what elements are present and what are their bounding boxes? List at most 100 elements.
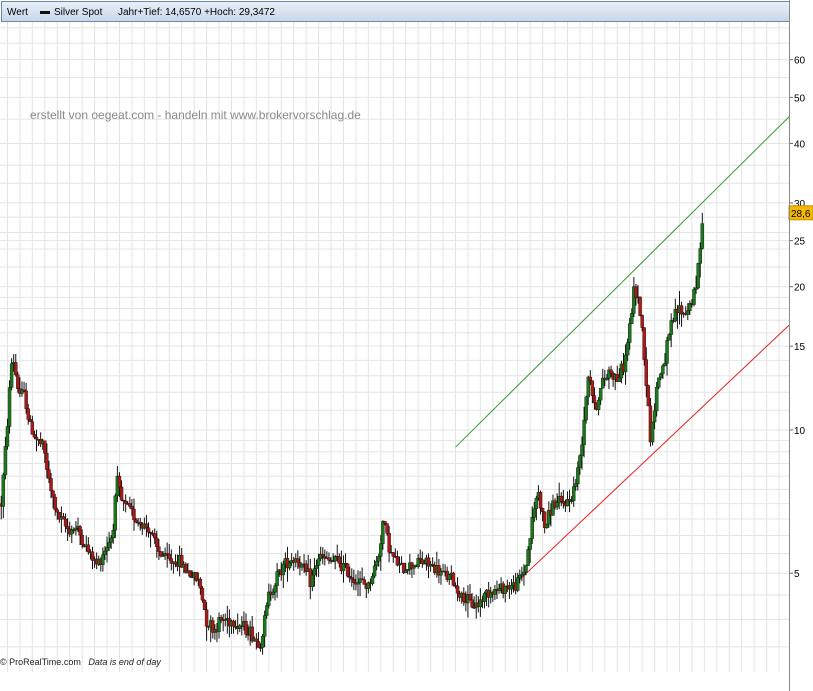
candle-body — [74, 528, 78, 531]
candle-body — [271, 591, 275, 595]
price-axis-border — [789, 0, 790, 691]
candle-body — [652, 410, 657, 423]
candle-body — [65, 526, 70, 530]
candle-body — [244, 620, 248, 635]
candle-body — [524, 565, 528, 573]
candle-body — [700, 223, 705, 249]
candle-body — [260, 636, 265, 648]
candle-body — [14, 362, 18, 376]
candle-body — [447, 574, 451, 580]
candle-body — [590, 380, 595, 396]
candle-body — [275, 571, 279, 586]
y-tick-label: 60 — [794, 56, 806, 67]
candle-body — [43, 440, 47, 454]
candle-body — [111, 530, 115, 539]
candle-body — [188, 570, 192, 577]
candle-body — [198, 578, 203, 589]
candle-body — [30, 421, 35, 435]
candle-body — [692, 289, 696, 305]
candle-body — [101, 554, 105, 565]
candle-body — [53, 496, 57, 511]
candle-body — [310, 574, 315, 588]
y-tick-label: 50 — [794, 93, 806, 104]
candle-body — [128, 503, 132, 507]
candle-body — [167, 554, 171, 559]
candle-body — [314, 565, 319, 569]
candle-body — [316, 558, 321, 566]
candle-body — [350, 577, 354, 580]
candle-body — [625, 342, 630, 356]
candle-body — [130, 506, 134, 510]
candle-body — [696, 263, 700, 289]
candle-body — [109, 537, 113, 543]
candle-body — [200, 587, 205, 601]
candle-body — [337, 556, 342, 564]
candle-body — [686, 310, 690, 315]
candle-body — [532, 508, 536, 518]
candle-body — [356, 582, 360, 585]
candle-body — [153, 533, 157, 539]
y-tick-label: 20 — [794, 283, 806, 294]
candle-body — [404, 570, 408, 574]
candle-body — [296, 558, 300, 563]
candle-body — [503, 586, 507, 594]
y-tick-label: 5 — [794, 569, 800, 580]
candle-body — [362, 579, 366, 585]
candle-body — [61, 516, 66, 520]
candle-body — [391, 552, 395, 557]
chart-window: Wert Silver Spot Jahr+Tief: 14,6570 +Hoc… — [0, 0, 813, 691]
candle-body — [574, 483, 578, 487]
candle-body — [638, 296, 642, 316]
candle-body — [256, 641, 261, 648]
candle-body — [580, 444, 584, 456]
candle-body — [482, 592, 487, 602]
header-stats: Jahr+Tief: 14,6570 +Hoch: 29,3472 — [118, 7, 275, 18]
lower-trendline — [514, 324, 790, 585]
candle-body — [596, 399, 601, 410]
candle-body — [119, 486, 124, 501]
candle-body — [113, 495, 118, 531]
candle-body — [117, 475, 122, 488]
chart-footer: © ProRealTime.com Data is end of day — [0, 657, 161, 667]
candle-body — [374, 560, 379, 567]
candle-body — [63, 518, 68, 527]
candle-body — [32, 434, 37, 438]
candle-body — [7, 387, 12, 427]
candle-body — [534, 497, 539, 509]
candle-body — [312, 568, 317, 576]
candle-body — [34, 436, 39, 440]
candle-body — [144, 523, 149, 529]
series-legend-swatch — [40, 11, 50, 14]
candle-body — [103, 550, 107, 556]
candle-body — [51, 490, 55, 498]
header-wert-label: Wert — [7, 7, 28, 18]
candle-body — [640, 315, 644, 328]
candle-body — [379, 543, 383, 557]
candle-body — [231, 620, 236, 627]
candle-body — [451, 572, 456, 586]
header-instrument-name: Silver Spot — [54, 7, 103, 18]
candle-body — [385, 523, 389, 534]
candle-body — [327, 557, 331, 561]
candle-body — [598, 388, 603, 401]
candle-body — [138, 521, 142, 525]
candle-body — [86, 544, 91, 553]
candle-body — [146, 527, 151, 533]
candle-body — [663, 363, 667, 367]
y-tick-label: 25 — [794, 237, 806, 248]
candle-body — [559, 495, 563, 502]
candle-body — [468, 594, 472, 601]
candle-body — [516, 577, 520, 591]
candle-body — [455, 585, 460, 594]
candle-body — [609, 369, 613, 374]
candle-body — [5, 426, 10, 447]
candle-body — [578, 455, 582, 468]
candle-body — [661, 365, 665, 375]
candle-body — [352, 578, 356, 583]
candle-body — [28, 419, 32, 422]
candle-body — [47, 469, 51, 479]
candle-body — [617, 377, 622, 383]
candle-body — [204, 609, 209, 627]
candle-body — [395, 556, 400, 566]
candle-body — [657, 377, 661, 388]
